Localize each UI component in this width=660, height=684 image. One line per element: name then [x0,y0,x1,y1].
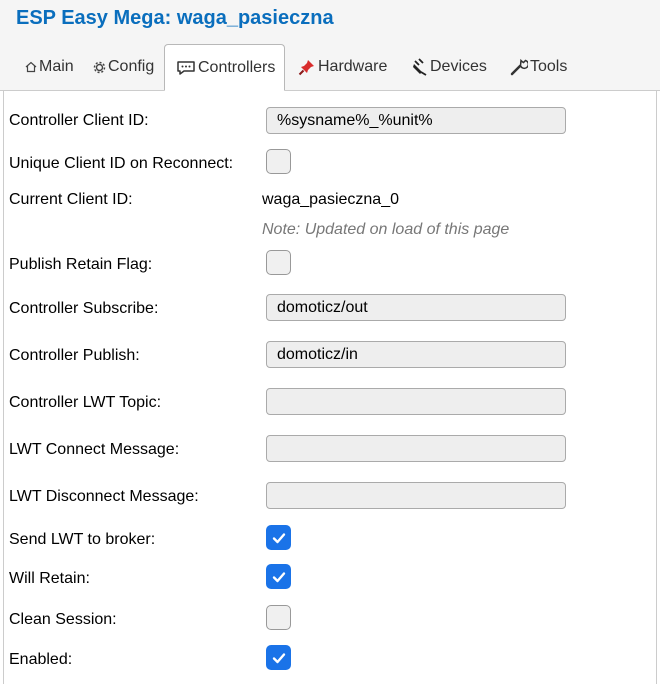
tab-main[interactable]: Main [25,44,74,90]
unique-client-id-checkbox[interactable] [266,149,291,174]
subscribe-input[interactable]: domoticz/out [266,294,566,321]
current-client-id-label: Current Client ID: [9,191,133,208]
lwt-connect-input[interactable] [266,435,566,462]
will-retain-checkbox[interactable] [266,564,291,589]
controller-settings-panel [3,90,657,684]
plug-icon [410,58,428,76]
client-id-note: Note: Updated on load of this page [262,221,510,238]
tab-controllers[interactable]: Controllers [164,44,285,91]
publish-label: Controller Publish: [9,347,140,364]
enabled-label: Enabled: [9,651,73,668]
page-title: ESP Easy Mega: waga_pasieczna [16,7,334,29]
clean-session-label: Clean Session: [9,611,117,628]
tab-devices[interactable]: Devices [410,44,487,90]
send-lwt-label: Send LWT to broker: [9,531,156,548]
current-client-id-value: waga_pasieczna_0 [262,191,399,208]
home-icon [25,61,37,73]
pushpin-icon [298,58,316,76]
client-id-input[interactable]: %sysname%_%unit% [266,107,566,134]
tab-label: Devices [430,58,487,75]
lwt-topic-label: Controller LWT Topic: [9,394,162,411]
lwt-disconnect-label: LWT Disconnect Message: [9,488,199,505]
checkmark-icon [272,652,285,663]
wrench-icon [510,58,528,76]
tab-label: Tools [530,58,568,75]
tab-config[interactable]: Config [93,44,154,90]
lwt-topic-input[interactable] [266,388,566,415]
client-id-label: Controller Client ID: [9,112,149,129]
publish-retain-checkbox[interactable] [266,250,291,275]
tab-label: Hardware [318,58,388,75]
clean-session-checkbox[interactable] [266,605,291,630]
checkmark-icon [272,571,285,582]
tab-tools[interactable]: Tools [510,44,567,90]
checkmark-icon [272,532,285,543]
tab-label: Main [39,58,74,75]
enabled-checkbox[interactable] [266,645,291,670]
subscribe-label: Controller Subscribe: [9,300,159,317]
lwt-connect-label: LWT Connect Message: [9,441,180,458]
tab-hardware[interactable]: Hardware [298,44,387,90]
tab-label: Config [108,58,155,75]
chat-icon [176,60,196,76]
publish-retain-label: Publish Retain Flag: [9,256,153,273]
will-retain-label: Will Retain: [9,570,90,587]
unique-client-id-label: Unique Client ID on Reconnect: [9,155,234,172]
lwt-disconnect-input[interactable] [266,482,566,509]
publish-input[interactable]: domoticz/in [266,341,566,368]
header: ESP Easy Mega: waga_pasieczna Main Confi… [0,0,660,91]
tab-label: Controllers [198,58,276,76]
gear-icon [93,61,106,74]
send-lwt-checkbox[interactable] [266,525,291,550]
